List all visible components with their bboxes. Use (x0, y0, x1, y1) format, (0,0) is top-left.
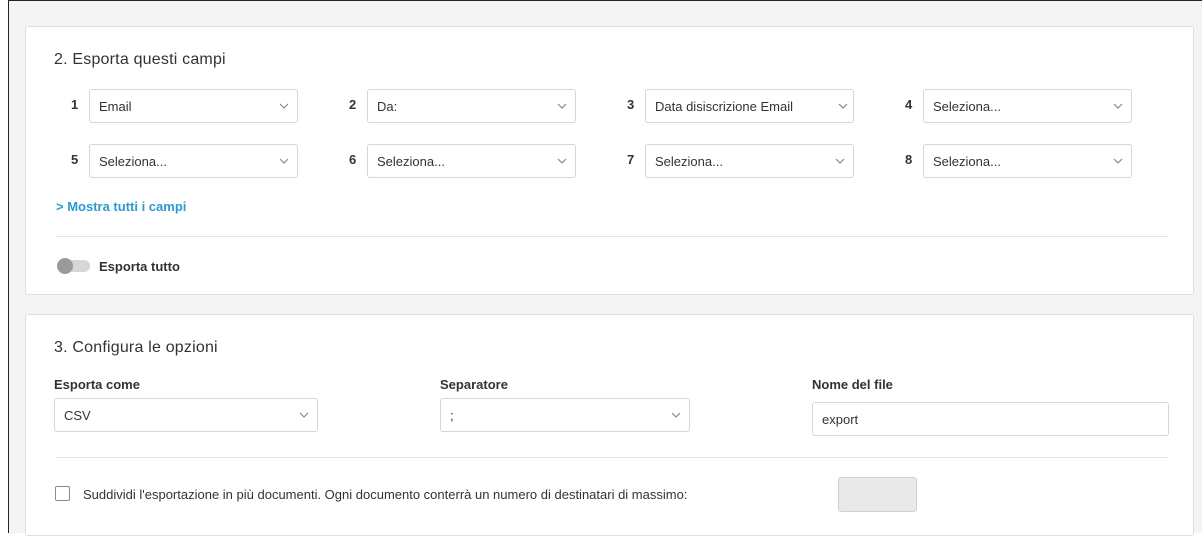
field-number-1: 1 (71, 97, 79, 112)
filename-label: Nome del file (812, 377, 893, 392)
max-recipients-input[interactable] (838, 477, 917, 512)
separator-select[interactable]: ; (440, 398, 690, 432)
chevron-down-icon (827, 158, 853, 164)
chevron-down-icon (291, 412, 317, 418)
page-frame: 2. Esporta questi campi 1 Email 2 Da: 3 … (8, 0, 1202, 536)
separator-label: Separatore (440, 377, 508, 392)
field-select-7[interactable]: Seleziona... (645, 144, 854, 178)
chevron-down-icon (271, 103, 297, 109)
field-select-value: Seleziona... (377, 153, 445, 169)
field-select-value: Da: (377, 98, 398, 114)
field-select-value: Seleziona... (933, 153, 1001, 169)
export-fields-title: 2. Esporta questi campi (54, 51, 226, 68)
field-number-7: 7 (627, 152, 635, 167)
field-select-8[interactable]: Seleziona... (923, 144, 1132, 178)
show-all-fields-link[interactable]: > Mostra tutti i campi (56, 199, 186, 214)
field-number-8: 8 (905, 152, 913, 167)
chevron-down-icon (833, 103, 853, 109)
separator-value: ; (450, 407, 454, 423)
field-select-5[interactable]: Seleziona... (89, 144, 298, 178)
field-number-6: 6 (349, 152, 357, 167)
field-number-5: 5 (71, 152, 79, 167)
field-number-4: 4 (905, 97, 913, 112)
options-card: 3. Configura le opzioni Esporta come CSV… (25, 314, 1194, 536)
chevron-down-icon (549, 158, 575, 164)
export-all-label: Esporta tutto (99, 259, 180, 274)
export-as-label: Esporta come (54, 377, 140, 392)
field-select-6[interactable]: Seleziona... (367, 144, 576, 178)
field-number-2: 2 (349, 97, 357, 112)
split-export-label: Suddividi l'esportazione in più document… (83, 487, 688, 502)
toggle-knob (57, 258, 73, 274)
export-as-value: CSV (64, 407, 91, 423)
field-select-value: Seleziona... (99, 153, 167, 169)
field-select-value: Email (99, 98, 132, 114)
field-select-3[interactable]: Data disiscrizione Email (645, 89, 854, 123)
field-select-2[interactable]: Da: (367, 89, 576, 123)
export-fields-card: 2. Esporta questi campi 1 Email 2 Da: 3 … (25, 26, 1194, 295)
field-select-value: Seleziona... (933, 98, 1001, 114)
field-select-1[interactable]: Email (89, 89, 298, 123)
filename-input[interactable]: export (812, 402, 1169, 436)
divider (56, 457, 1169, 458)
export-as-select[interactable]: CSV (54, 398, 318, 432)
chevron-down-icon (549, 103, 575, 109)
chevron-down-icon (271, 158, 297, 164)
field-select-4[interactable]: Seleziona... (923, 89, 1132, 123)
field-select-value: Seleziona... (655, 153, 723, 169)
split-export-checkbox[interactable] (55, 486, 70, 501)
chevron-down-icon (663, 412, 689, 418)
field-select-value: Data disiscrizione Email (655, 98, 793, 114)
options-title: 3. Configura le opzioni (54, 339, 218, 356)
chevron-down-icon (1105, 103, 1131, 109)
chevron-down-icon (1105, 158, 1131, 164)
export-all-toggle[interactable] (57, 258, 90, 274)
field-number-3: 3 (627, 97, 635, 112)
divider (56, 236, 1169, 237)
